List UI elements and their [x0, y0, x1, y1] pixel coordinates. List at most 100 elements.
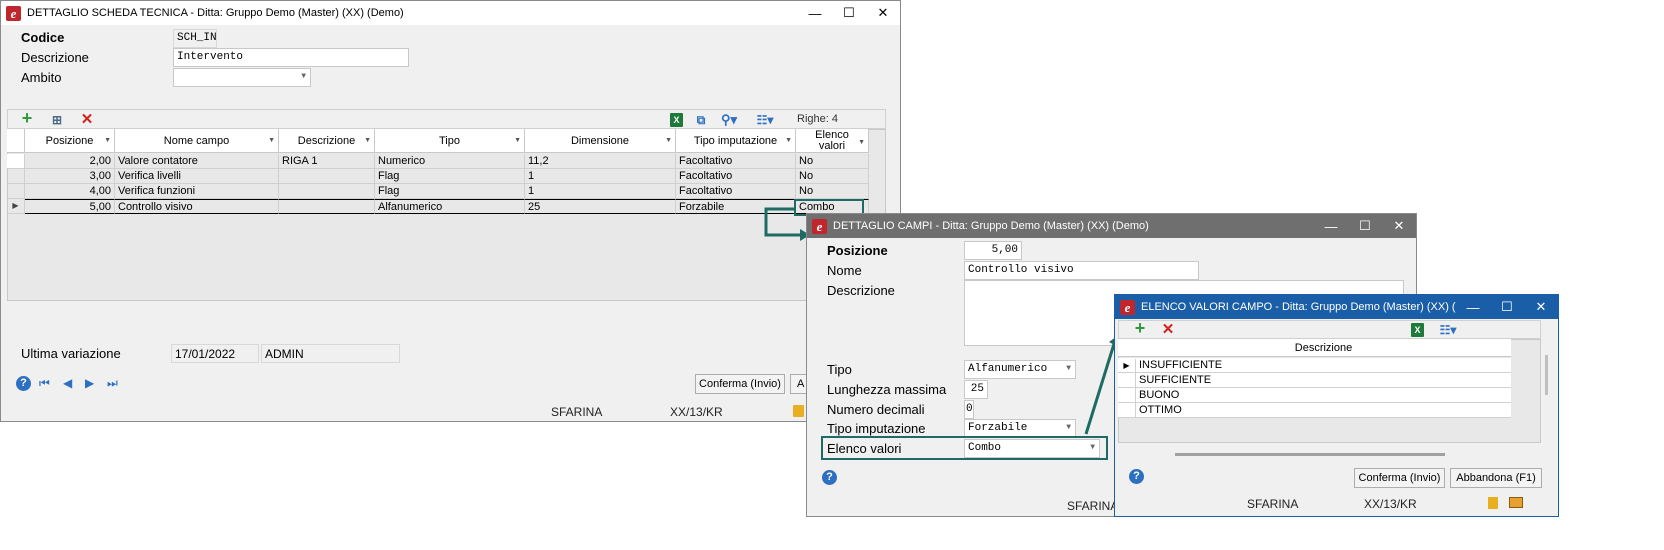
status-company-code: XX/13/KR [1364, 497, 1417, 511]
maximize-icon[interactable]: ☐ [832, 5, 866, 21]
search-icon[interactable]: ⚲▾ [720, 111, 738, 129]
nome-label: Nome [827, 263, 862, 278]
table-cell[interactable] [279, 199, 375, 214]
row-selector[interactable] [7, 184, 25, 199]
table-cell[interactable]: Alfanumerico [375, 199, 525, 214]
col-header[interactable]: Descrizione [1118, 339, 1511, 357]
delete-icon[interactable]: ✕ [1159, 321, 1177, 339]
table-cell[interactable]: No [796, 169, 869, 184]
list-item[interactable]: OTTIMO [1118, 403, 1511, 418]
decimali-label: Numero decimali [827, 402, 925, 417]
last-record-icon[interactable]: ⏭ [107, 376, 118, 391]
close-icon[interactable]: ✕ [1382, 218, 1416, 234]
table-cell[interactable]: 1 [525, 169, 676, 184]
ultima-variazione-date: 17/01/2022 [171, 344, 259, 363]
col-header[interactable]: Posizione ▼ [25, 129, 115, 153]
table-cell[interactable]: Facoltativo [676, 154, 796, 169]
values-toolbar: + ✕ X ☷▾ [1118, 319, 1541, 339]
minimize-icon[interactable]: — [1456, 300, 1490, 315]
excel-icon[interactable]: X [1411, 323, 1424, 337]
col-header[interactable]: Descrizione ▼ [279, 129, 375, 153]
table-cell[interactable]: 4,00 [25, 184, 115, 199]
first-record-icon[interactable]: ⏮ [39, 376, 50, 391]
tipo-combo[interactable]: Alfanumerico ▼ [964, 360, 1076, 379]
table-cell[interactable]: RIGA 1 [279, 154, 375, 169]
col-header[interactable]: Dimensione ▼ [525, 129, 676, 153]
excel-icon[interactable]: X [670, 113, 683, 127]
table-cell[interactable] [279, 169, 375, 184]
detail-icon[interactable]: ⊞ [48, 111, 66, 129]
row-selector[interactable] [7, 169, 25, 184]
help-icon[interactable]: ? [822, 470, 837, 485]
table-cell[interactable]: 3,00 [25, 169, 115, 184]
maximize-icon[interactable]: ☐ [1348, 218, 1382, 234]
decimali-field[interactable]: 0 [964, 400, 974, 419]
next-record-icon[interactable]: ▶ [85, 376, 94, 390]
table-cell[interactable]: 25 [525, 199, 676, 214]
table-cell[interactable]: Numerico [375, 154, 525, 169]
title-bar: e DETTAGLIO CAMPI - Ditta: Gruppo Demo (… [807, 214, 1416, 238]
maximize-icon[interactable]: ☐ [1490, 299, 1524, 315]
conferma-button[interactable]: Conferma (Invio) [695, 374, 785, 394]
col-header[interactable]: Elenco valori ▼ [796, 129, 869, 153]
table-cell[interactable]: Verifica funzioni [115, 184, 279, 199]
minimize-icon[interactable]: — [798, 6, 832, 21]
table-cell[interactable]: 1 [525, 184, 676, 199]
descrizione-label: Descrizione [21, 50, 89, 65]
nome-field[interactable]: Controllo visivo [964, 261, 1199, 280]
posizione-field[interactable]: 5,00 [964, 241, 1022, 260]
table-cell[interactable]: Controllo visivo [115, 199, 279, 214]
codice-field[interactable]: SCH_IN [173, 29, 217, 48]
table-cell[interactable]: Flag [375, 184, 525, 199]
col-header[interactable]: Tipo ▼ [375, 129, 525, 153]
tipo-label: Tipo [827, 362, 852, 377]
descrizione-label: Descrizione [827, 283, 895, 298]
horizontal-scrollbar[interactable] [1175, 453, 1445, 456]
help-icon[interactable]: ? [1129, 469, 1144, 484]
filter-icon[interactable]: ☷▾ [756, 111, 774, 129]
table-cell[interactable]: Facoltativo [676, 184, 796, 199]
list-item[interactable]: ▶ INSUFFICIENTE [1118, 358, 1511, 373]
title-bar: e ELENCO VALORI CAMPO - Ditta: Gruppo De… [1115, 295, 1558, 319]
descrizione-field[interactable]: Intervento [173, 48, 409, 67]
table-cell[interactable]: Facoltativo [676, 169, 796, 184]
col-header[interactable]: Tipo imputazione ▼ [676, 129, 796, 153]
list-item[interactable]: SUFFICIENTE [1118, 373, 1511, 388]
close-icon[interactable]: ✕ [866, 5, 900, 21]
row-selector[interactable] [7, 154, 25, 169]
vertical-scrollbar[interactable] [1545, 355, 1548, 395]
list-item[interactable]: BUONO [1118, 388, 1511, 403]
table-cell[interactable] [279, 184, 375, 199]
export-icon[interactable]: ⧉ [692, 111, 710, 129]
delete-icon[interactable]: ✕ [78, 111, 96, 129]
lunghezza-field[interactable]: 25 [964, 380, 988, 399]
table-cell[interactable]: 11,2 [525, 154, 676, 169]
row-header-corner [7, 129, 25, 153]
filter-icon[interactable]: ☷▾ [1439, 321, 1457, 339]
abbandona-button[interactable]: Abbandona (F1) [1450, 468, 1542, 488]
table-cell[interactable]: Valore contatore [115, 154, 279, 169]
current-row-indicator-icon[interactable]: ▶ [7, 199, 25, 214]
table-cell[interactable]: 5,00 [25, 199, 115, 214]
ambito-combo[interactable]: ▼ [173, 68, 311, 87]
window-title: ELENCO VALORI CAMPO - Ditta: Gruppo Demo… [1141, 301, 1456, 313]
posizione-label: Posizione [827, 243, 888, 258]
app-logo-icon: e [6, 5, 21, 21]
table-cell[interactable]: Verifica livelli [115, 169, 279, 184]
table-cell[interactable]: No [796, 184, 869, 199]
table-cell[interactable]: No [796, 154, 869, 169]
minimize-icon[interactable]: — [1314, 219, 1348, 234]
help-icon[interactable]: ? [16, 376, 31, 391]
lunghezza-label: Lunghezza massima [827, 382, 947, 397]
close-icon[interactable]: ✕ [1524, 299, 1558, 315]
chevron-down-icon: ▼ [1066, 423, 1071, 432]
status-user: SFARINA [1067, 499, 1119, 513]
previous-record-icon[interactable]: ◀ [63, 376, 72, 390]
col-header[interactable]: Nome campo ▼ [115, 129, 279, 153]
add-icon[interactable]: + [18, 109, 36, 127]
table-cell[interactable]: 2,00 [25, 154, 115, 169]
add-icon[interactable]: + [1131, 319, 1149, 337]
table-cell[interactable]: Flag [375, 169, 525, 184]
grid-toolbar: + ⊞ ✕ X ⧉ ⚲▾ ☷▾ Righe: 4 [7, 109, 886, 129]
conferma-button[interactable]: Conferma (Invio) [1354, 468, 1445, 488]
